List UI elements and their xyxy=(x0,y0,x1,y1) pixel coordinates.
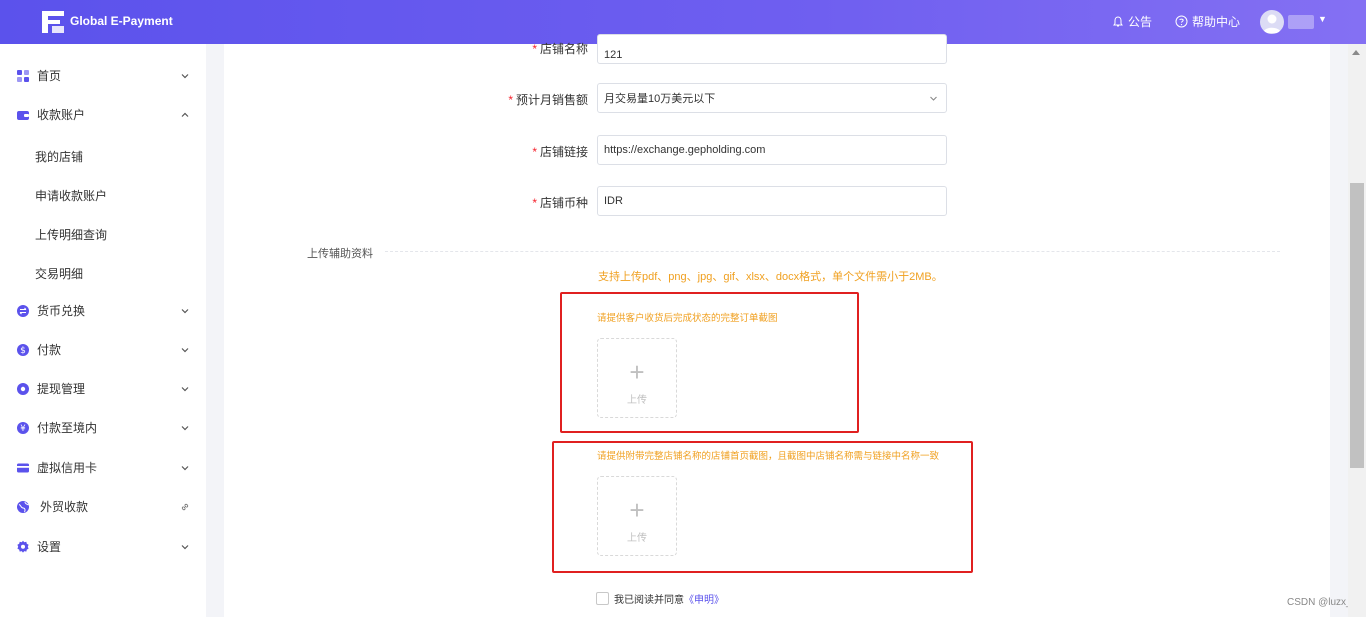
section-divider xyxy=(385,251,1280,252)
sidebar-item-label: 外贸收款 xyxy=(40,500,89,514)
upload-homepage-button[interactable]: + 上传 xyxy=(597,476,677,556)
sidebar-item-settings[interactable]: 设置 xyxy=(0,527,206,566)
chevron-down-icon xyxy=(181,308,189,313)
monthly-sales-label-text: 预计月销售额 xyxy=(515,93,588,107)
sidebar-subitem-upload-query[interactable]: 上传明细查询 xyxy=(35,226,107,243)
chevron-down-icon xyxy=(181,73,189,78)
brand-name[interactable]: Global E-Payment xyxy=(70,14,173,28)
credit-card-icon xyxy=(17,463,29,472)
sidebar-item-label: 收款账户 xyxy=(37,108,86,122)
store-currency-label: * 店铺币种 xyxy=(500,194,588,211)
sidebar-item-currency-exchange[interactable]: 货币兑换 xyxy=(0,291,206,330)
store-name-value: 121 xyxy=(604,49,623,61)
dollar-coin-icon: $ xyxy=(17,343,29,356)
store-currency-label-text: 店铺币种 xyxy=(539,196,588,210)
upload-format-hint: 支持上传pdf、png、jpg、gif、xlsx、docx格式，单个文件需小于2… xyxy=(598,271,943,283)
sidebar-item-withdrawal[interactable]: 提现管理 xyxy=(0,369,206,408)
logo-icon[interactable] xyxy=(40,9,66,35)
store-currency-input[interactable]: IDR xyxy=(597,186,947,216)
scroll-up-arrow-icon[interactable] xyxy=(1352,50,1360,55)
plus-icon: + xyxy=(629,357,645,387)
upload-order-button[interactable]: + 上传 xyxy=(597,338,677,418)
upload-label: 上传 xyxy=(627,533,647,544)
sidebar-item-receiving-account[interactable]: 收款账户 xyxy=(0,95,206,134)
wallet-icon xyxy=(17,110,29,120)
sidebar-item-payment[interactable]: $ 付款 xyxy=(0,330,206,369)
store-currency-value: IDR xyxy=(604,195,623,207)
header-overlap xyxy=(224,0,1330,44)
sidebar-subitem-my-stores[interactable]: 我的店铺 xyxy=(35,148,83,165)
scrollbar-thumb[interactable] xyxy=(1350,183,1364,468)
sidebar-item-foreign-trade[interactable]: 外贸收款 xyxy=(0,487,206,526)
store-link-label-text: 店铺链接 xyxy=(539,145,588,159)
required-mark: * xyxy=(532,145,537,159)
svg-text:¥: ¥ xyxy=(20,424,26,434)
link-icon xyxy=(181,503,189,510)
agreement-checkbox[interactable] xyxy=(596,592,609,605)
upload-order-title: 请提供客户收货后完成状态的完整订单截图 xyxy=(597,313,778,324)
agreement-row: 我已阅读并同意 《申明》 xyxy=(596,591,724,606)
sidebar-subitem-apply-account[interactable]: 申请收款账户 xyxy=(35,187,107,204)
sidebar-item-virtual-card[interactable]: 虚拟信用卡 xyxy=(0,448,206,487)
sidebar-item-label: 付款至境内 xyxy=(37,421,98,435)
chevron-down-icon xyxy=(181,386,189,391)
globe-icon xyxy=(17,500,29,513)
sidebar-item-label: 首页 xyxy=(37,69,62,83)
required-mark: * xyxy=(532,42,537,56)
sidebar-item-label: 提现管理 xyxy=(37,382,86,396)
store-link-input[interactable]: https://exchange.gepholding.com xyxy=(597,135,947,165)
chevron-down-icon xyxy=(930,96,937,101)
monthly-sales-value: 月交易量10万美元以下 xyxy=(604,93,716,105)
sidebar-item-home[interactable]: 首页 xyxy=(0,56,206,95)
required-mark: * xyxy=(508,93,513,107)
upload-homepage-title: 请提供附带完整店铺名称的店铺首页截图，且截图中店铺名称需与链接中名称一致 xyxy=(597,451,940,462)
upload-section-title: 上传辅助资料 xyxy=(307,248,373,260)
chevron-up-icon xyxy=(181,112,189,117)
monthly-sales-select[interactable]: 月交易量10万美元以下 xyxy=(597,83,947,113)
store-link-label: * 店铺链接 xyxy=(500,143,588,160)
gear-icon xyxy=(17,540,29,553)
upload-label: 上传 xyxy=(627,395,647,406)
plus-icon: + xyxy=(629,495,645,525)
statement-link[interactable]: 《申明》 xyxy=(684,591,724,606)
sidebar-item-label: 付款 xyxy=(37,343,62,357)
sidebar-subitem-transactions[interactable]: 交易明细 xyxy=(35,265,83,282)
grid-icon xyxy=(17,69,29,82)
chevron-down-icon xyxy=(181,425,189,430)
exchange-icon xyxy=(17,304,29,317)
svg-text:$: $ xyxy=(20,346,26,356)
sidebar-item-label: 设置 xyxy=(37,540,62,554)
sidebar-item-label: 虚拟信用卡 xyxy=(37,461,98,475)
store-link-value: https://exchange.gepholding.com xyxy=(604,144,766,156)
chevron-down-icon xyxy=(181,465,189,470)
sidebar-item-label: 货币兑换 xyxy=(37,304,86,318)
chevron-down-icon xyxy=(181,544,189,549)
monthly-sales-label: * 预计月销售额 xyxy=(500,91,588,108)
sidebar-item-pay-domestic[interactable]: ¥ 付款至境内 xyxy=(0,408,206,447)
agreement-text: 我已阅读并同意 xyxy=(614,595,684,606)
watermark: CSDN @luzx_ xyxy=(1287,597,1352,608)
store-name-label-text: 店铺名称 xyxy=(539,42,588,56)
chevron-down-icon xyxy=(181,347,189,352)
yuan-coin-icon: ¥ xyxy=(17,421,29,434)
required-mark: * xyxy=(532,196,537,210)
withdraw-icon xyxy=(17,382,29,395)
